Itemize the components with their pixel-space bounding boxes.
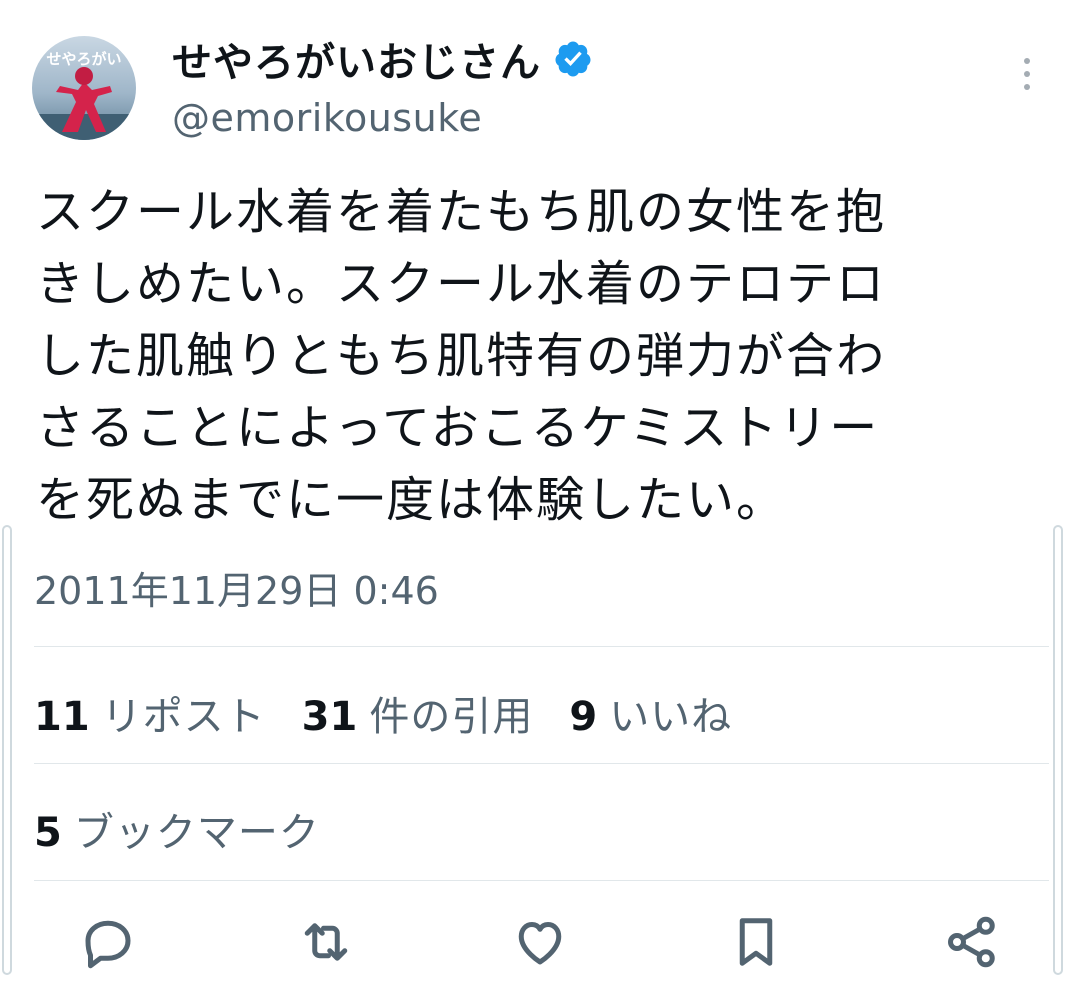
divider bbox=[34, 646, 1049, 647]
display-name[interactable]: せやろがいおじさん bbox=[172, 30, 541, 88]
like-label: いいね bbox=[609, 694, 733, 740]
scroll-edge-right bbox=[1053, 525, 1063, 975]
divider bbox=[34, 880, 1049, 881]
quote-count: 31 bbox=[301, 694, 358, 740]
engagement-stats: 11 リポスト 31 件の引用 9 いいね bbox=[34, 684, 768, 742]
bookmark-stat[interactable]: 5 ブックマーク bbox=[34, 800, 320, 858]
avatar-caption: せやろがい bbox=[46, 50, 121, 68]
quote-label: 件の引用 bbox=[369, 694, 534, 740]
tweet-text: スクール水着を着たもち肌の女性を抱 きしめたい。スクール水着のテロテロ した肌触… bbox=[36, 176, 1026, 536]
tweet-text-line: さることによっておこるケミストリー bbox=[36, 400, 880, 456]
tweet-timestamp[interactable]: 2011年11月29日 0:46 bbox=[34, 560, 439, 615]
like-icon[interactable] bbox=[510, 912, 570, 972]
verified-badge-icon bbox=[555, 41, 591, 77]
divider bbox=[34, 763, 1049, 764]
repost-label: リポスト bbox=[101, 694, 266, 740]
tweet-text-line: した肌触りともち肌特有の弾力が合わ bbox=[36, 328, 887, 384]
action-bar bbox=[0, 912, 1065, 976]
scroll-edge-left bbox=[2, 525, 12, 975]
repost-stat[interactable]: 11 リポスト bbox=[34, 684, 266, 742]
name-row: せやろがいおじさん bbox=[172, 30, 593, 88]
repost-icon[interactable] bbox=[296, 912, 356, 972]
tweet-text-line: スクール水着を着たもち肌の女性を抱 bbox=[36, 184, 887, 240]
user-handle[interactable]: @emorikousuke bbox=[172, 96, 482, 140]
like-count: 9 bbox=[569, 694, 598, 740]
more-options-icon[interactable] bbox=[1020, 58, 1034, 98]
repost-count: 11 bbox=[34, 694, 90, 740]
bookmark-icon[interactable] bbox=[726, 912, 786, 972]
bookmark-stats: 5 ブックマーク bbox=[34, 800, 356, 858]
bookmark-label: ブックマーク bbox=[73, 810, 320, 856]
like-stat[interactable]: 9 いいね bbox=[569, 684, 732, 742]
share-icon[interactable] bbox=[942, 912, 1002, 972]
tweet-text-line: きしめたい。スクール水着のテロテロ bbox=[36, 256, 887, 312]
avatar[interactable]: せやろがい bbox=[32, 36, 136, 140]
tweet-text-line: を死ぬまでに一度は体験したい。 bbox=[36, 472, 787, 528]
bookmark-count: 5 bbox=[34, 810, 62, 856]
reply-icon[interactable] bbox=[78, 912, 138, 972]
quote-stat[interactable]: 31 件の引用 bbox=[302, 684, 534, 742]
